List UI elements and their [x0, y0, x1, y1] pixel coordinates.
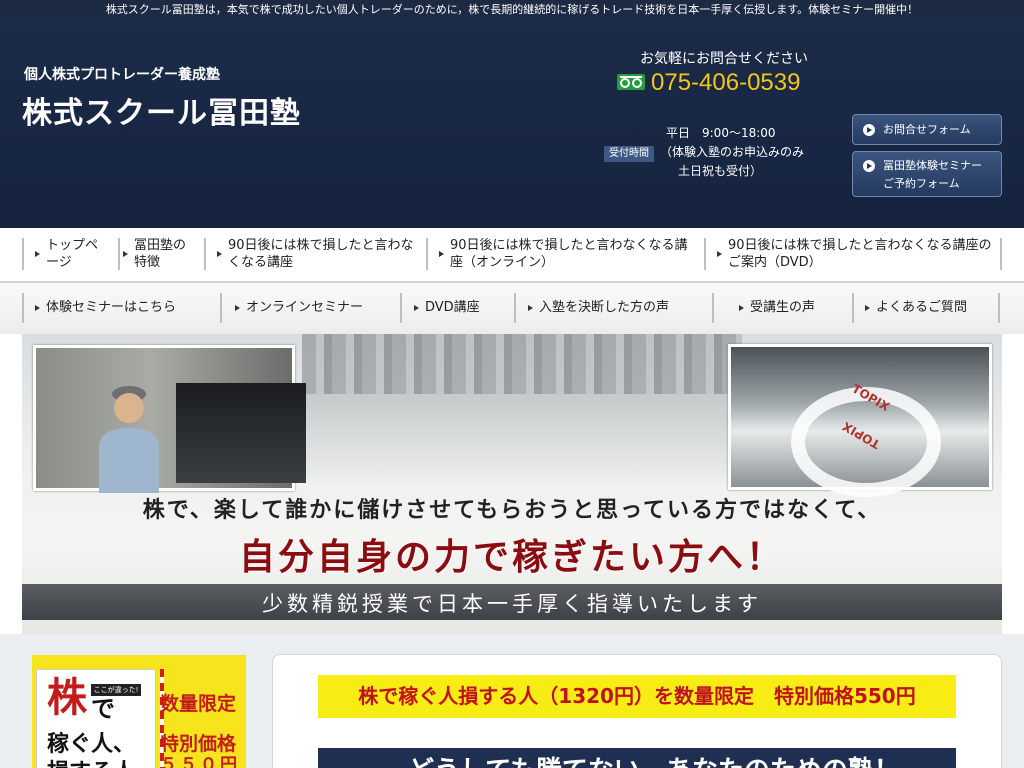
instructor-photo — [33, 345, 306, 493]
nav-divider — [22, 293, 24, 323]
hero-banner: TOPIX TOPIX 株で、楽して誰かに儲けさせてもらおうと思っている方ではな… — [22, 334, 1002, 634]
hero-headline: 自分自身の力で稼ぎたい方へ！ — [238, 536, 785, 578]
hours-line: 平日 9:00〜18:00 — [666, 126, 776, 140]
site-logo[interactable]: 株式スクール冨田塾 — [22, 88, 301, 132]
nav-divider — [22, 238, 24, 270]
site-subtitle: 個人株式プロトレーダー養成塾 — [24, 67, 220, 83]
main-nav: トップペ ージ 冨田塾の 特徴 90日後には株で損したと言わな くなる講座 90… — [0, 228, 1024, 282]
svg-text:TOPIX: TOPIX — [850, 381, 893, 414]
hero-background — [302, 394, 742, 484]
nav-divider — [204, 238, 206, 270]
book-offer-banner[interactable]: 株で稼ぐ人損する人（1320円）を数量限定 特別価格550円 — [318, 675, 956, 718]
nav-label: ご案内（DVD） — [728, 255, 822, 270]
seminar-button-line2: ご予約フォーム — [883, 177, 960, 190]
nav-label: くなる講座 — [228, 255, 294, 270]
instructor-figure-image — [99, 386, 159, 493]
nav-top-page[interactable]: トップペ ージ — [32, 237, 112, 271]
book-cover-image: 株 ここが違った! で 稼ぐ人、 損する人 — [36, 669, 156, 768]
nav-features[interactable]: 冨田塾の 特徴 — [120, 237, 200, 271]
contact-form-button[interactable]: お問合せフォーム — [852, 114, 1002, 145]
nav-label: 90日後には株で損したと言わな — [228, 238, 414, 253]
svg-text:TOPIX: TOPIX — [839, 419, 882, 452]
seminar-reservation-button[interactable]: 冨田塾体験セミナー ご予約フォーム — [852, 151, 1002, 197]
trading-floor-photo: TOPIX TOPIX — [728, 344, 992, 497]
nav-enrollee-voices[interactable]: 入塾を決断した方の声 — [525, 299, 669, 316]
nav-divider — [400, 293, 402, 323]
nav-divider — [704, 238, 706, 270]
nav-label: 冨田塾の — [134, 238, 187, 253]
business-hours: 平日 9:00〜18:00 （体験入塾のお申込みのみ 土日祝も受付） — [660, 124, 804, 181]
nav-label: トップペ — [46, 238, 99, 253]
hero-lead-text: 株で、楽して誰かに儲けさせてもらおうと思っている方ではなくて、 — [142, 497, 882, 523]
topix-text-image: TOPIX TOPIX — [839, 381, 893, 452]
nav-label: 座（オンライン） — [450, 255, 555, 270]
nav-divider — [998, 293, 1000, 323]
hours-line: 土日祝も受付） — [678, 164, 763, 178]
section-heading: どうしても勝てない、あなたのための塾！ — [318, 748, 956, 768]
trading-board-image — [302, 334, 742, 394]
play-icon — [863, 124, 875, 136]
site-header: 個人株式プロトレーダー養成塾 株式スクール冨田塾 お気軽にお問合せください 07… — [0, 20, 1024, 228]
nav-divider — [1000, 238, 1002, 270]
limited-label: 数量限定 — [160, 693, 237, 715]
book-title-char: で — [91, 695, 115, 723]
contact-form-label: お問合せフォーム — [883, 123, 971, 136]
nav-label: 90日後には株で損したと言わなくなる講座の — [728, 238, 992, 253]
nav-course-online[interactable]: 90日後には株で損したと言わなくなる講 座（オンライン） — [436, 237, 704, 271]
nav-faq[interactable]: よくあるご質問 — [862, 299, 967, 316]
nav-divider — [712, 293, 714, 323]
nav-divider — [514, 293, 516, 323]
price-label: ５５０円 — [160, 755, 240, 768]
play-icon — [863, 160, 875, 172]
nav-course[interactable]: 90日後には株で損したと言わな くなる講座 — [214, 237, 426, 271]
sub-nav: 体験セミナーはこちら オンラインセミナー DVD講座 入塾を決断した方の声 受講… — [0, 282, 1024, 334]
nav-label: ージ — [46, 255, 72, 270]
book-promo[interactable]: 株 ここが違った! で 稼ぐ人、 損する人 数量限定 特別価格 ５５０円 — [32, 655, 246, 768]
nav-trial-seminar[interactable]: 体験セミナーはこちら — [32, 299, 176, 316]
nav-label: 特徴 — [134, 255, 161, 270]
book-title-line: 損する人 — [47, 754, 135, 768]
hero-tagline: 少数精鋭授業で日本一手厚く指導いたします — [262, 592, 762, 616]
nav-dvd-course[interactable]: DVD講座 — [411, 299, 480, 316]
nav-student-voices[interactable]: 受講生の声 — [736, 299, 815, 316]
top-tagline: 株式スクール冨田塾は，本気で株で成功したい個人トレーダーのために，株で長期的継続… — [0, 0, 1024, 20]
seminar-button-line1: 冨田塾体験セミナー — [883, 159, 982, 172]
computer-monitor-image — [176, 383, 306, 483]
book-title-char: 株 — [47, 674, 87, 721]
nav-label: 90日後には株で損したと言わなくなる講 — [450, 238, 688, 253]
phone-number[interactable]: 075-406-0539 — [651, 69, 800, 97]
hours-line: （体験入塾のお申込みのみ — [660, 145, 805, 159]
freedial-icon — [617, 74, 645, 90]
nav-course-dvd[interactable]: 90日後には株で損したと言わなくなる講座の ご案内（DVD） — [714, 237, 1004, 271]
nav-divider — [426, 238, 428, 270]
nav-online-seminar[interactable]: オンラインセミナー — [232, 299, 363, 316]
contact-label: お気軽にお問合せください — [640, 51, 808, 67]
hours-badge: 受付時間 — [604, 146, 654, 162]
nav-divider — [220, 293, 222, 323]
nav-divider — [852, 293, 854, 323]
